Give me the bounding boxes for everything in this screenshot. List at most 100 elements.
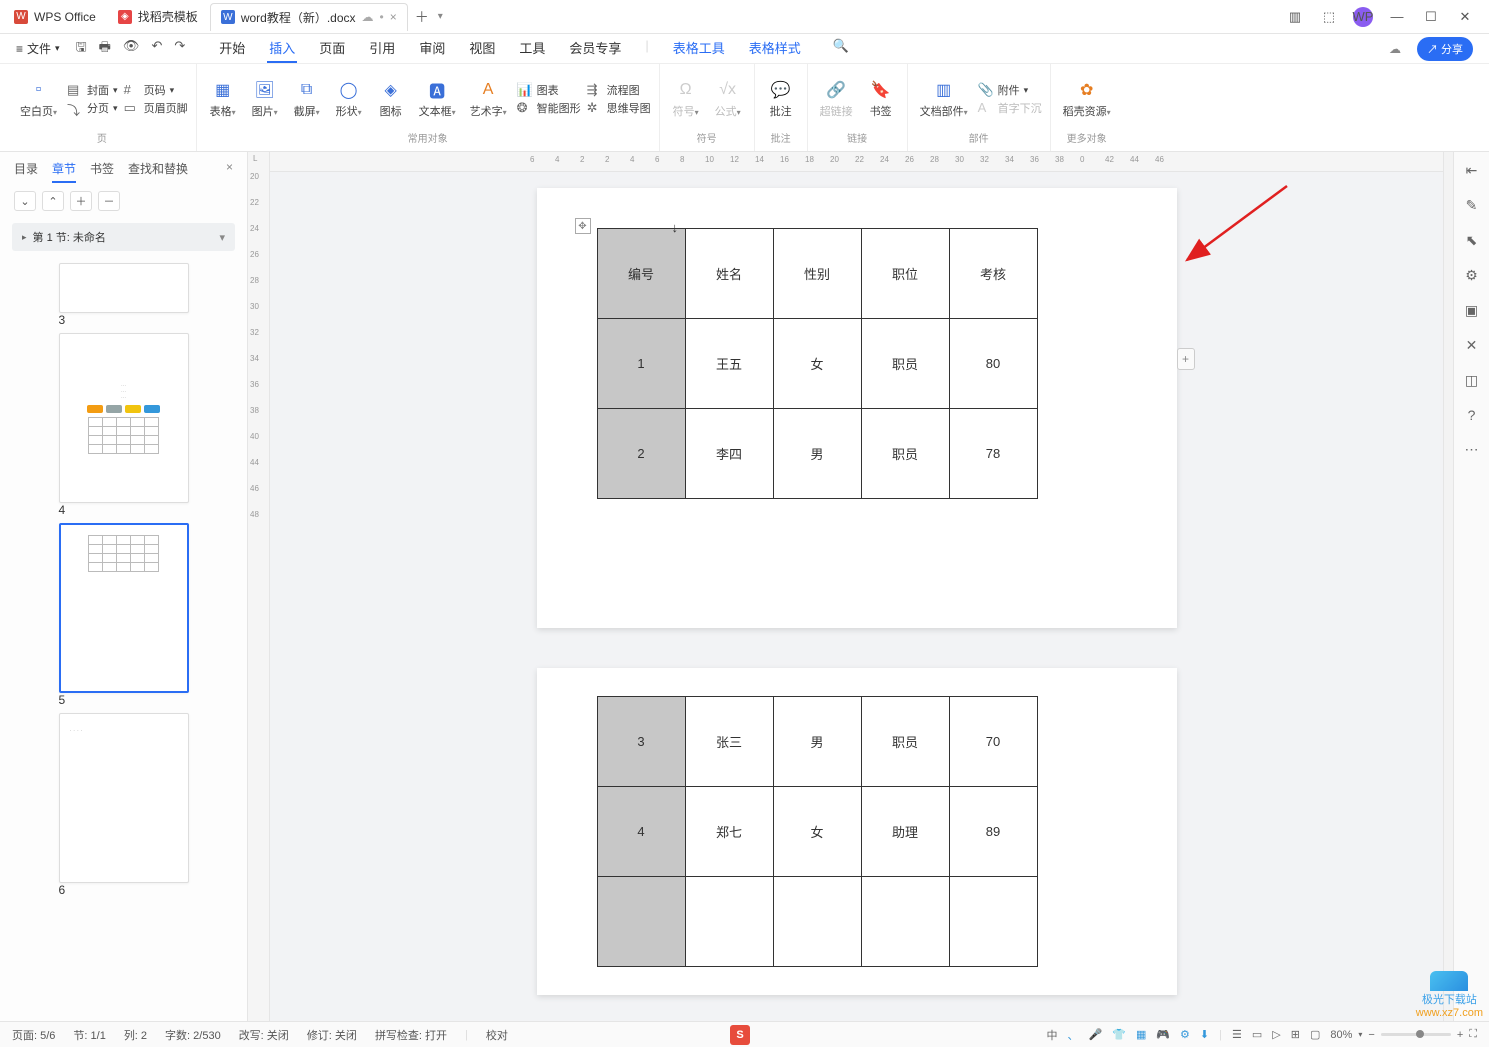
- nav-up-button[interactable]: ⌃: [42, 191, 64, 211]
- nav-tab-find[interactable]: 查找和替换: [128, 160, 188, 183]
- view-web-icon[interactable]: ▷: [1272, 1028, 1280, 1041]
- table-cell[interactable]: 男: [773, 409, 861, 499]
- status-proof[interactable]: 校对: [486, 1027, 508, 1043]
- nav-tab-sections[interactable]: 章节: [52, 160, 76, 183]
- tab-close-icon[interactable]: ×: [390, 10, 397, 24]
- table-button[interactable]: ▦表格▾: [205, 77, 241, 121]
- status-mic-icon[interactable]: 🎤: [1089, 1028, 1103, 1041]
- view-focus-icon[interactable]: ▢: [1310, 1028, 1320, 1041]
- print-preview-icon[interactable]: 👁: [123, 38, 140, 60]
- docparts-button[interactable]: ▥文档部件▾: [916, 77, 972, 121]
- table-cell[interactable]: 职员: [861, 319, 949, 409]
- redo-icon[interactable]: ↷: [174, 38, 185, 60]
- resources-button[interactable]: ✿稻壳资源▾: [1059, 77, 1115, 121]
- table-cell[interactable]: 女: [773, 787, 861, 877]
- flowchart-button[interactable]: ⇶流程图: [587, 82, 651, 98]
- data-table-1[interactable]: 编号 姓名 性别 职位 考核 1 王五 女 职员 80: [597, 228, 1038, 499]
- tab-view[interactable]: 视图: [467, 34, 497, 63]
- pagenum-button[interactable]: #页码▾: [124, 82, 188, 98]
- tab-tools[interactable]: 工具: [517, 34, 547, 63]
- tab-insert[interactable]: 插入: [267, 34, 297, 63]
- pen-icon[interactable]: ✎: [1466, 197, 1478, 214]
- tab-table-tools[interactable]: 表格工具: [671, 34, 727, 63]
- textbox-button[interactable]: 🅰文本框▾: [415, 77, 460, 121]
- picture-button[interactable]: 🖼图片▾: [247, 77, 283, 121]
- status-gamepad-icon[interactable]: 🎮: [1156, 1028, 1170, 1041]
- icon-button[interactable]: ◈图标: [373, 77, 409, 121]
- new-tab-button[interactable]: ＋: [410, 7, 434, 27]
- tab-menu-button[interactable]: ▾: [438, 11, 443, 22]
- cover-button[interactable]: ▤封面▾: [67, 82, 118, 98]
- tab-table-style[interactable]: 表格样式: [747, 34, 803, 63]
- table-header-cell[interactable]: 编号: [597, 229, 685, 319]
- table-cell[interactable]: 70: [949, 697, 1037, 787]
- table-cell[interactable]: 89: [949, 787, 1037, 877]
- view-read-icon[interactable]: ▭: [1252, 1028, 1262, 1041]
- cloud-icon[interactable]: ☁: [1389, 42, 1401, 56]
- table-cell[interactable]: 助理: [861, 787, 949, 877]
- maximize-button[interactable]: ☐: [1421, 9, 1441, 25]
- table-header-cell[interactable]: 职位: [861, 229, 949, 319]
- tab-wps-office[interactable]: W WPS Office: [4, 3, 106, 31]
- table-add-column-button[interactable]: +: [1177, 348, 1195, 370]
- status-gear-icon[interactable]: ⚙: [1180, 1028, 1190, 1041]
- select-icon[interactable]: ⬉: [1466, 232, 1478, 249]
- tab-start[interactable]: 开始: [217, 34, 247, 63]
- tab-review[interactable]: 审阅: [417, 34, 447, 63]
- table-cell[interactable]: [773, 877, 861, 967]
- table-cell[interactable]: 2: [597, 409, 685, 499]
- feature-icon[interactable]: ▥: [1285, 9, 1305, 25]
- undo-icon[interactable]: ↶: [151, 38, 162, 60]
- table-cell[interactable]: 男: [773, 697, 861, 787]
- section-item[interactable]: 第 1 节: 未命名▾: [12, 223, 235, 251]
- ime-lang[interactable]: 中: [1047, 1027, 1058, 1043]
- table-cell[interactable]: 郑七: [685, 787, 773, 877]
- view-print-icon[interactable]: ☰: [1232, 1028, 1242, 1041]
- status-grid-icon[interactable]: ▦: [1136, 1028, 1146, 1041]
- mindmap-button[interactable]: ✲思维导图: [587, 100, 651, 116]
- formula-button[interactable]: √x公式▾: [710, 77, 746, 121]
- nav-close-icon[interactable]: ×: [226, 160, 233, 183]
- table-cell[interactable]: [597, 877, 685, 967]
- table-cell[interactable]: 职员: [861, 409, 949, 499]
- status-down-icon[interactable]: ⬇: [1200, 1028, 1209, 1041]
- table-header-cell[interactable]: 考核: [949, 229, 1037, 319]
- help-icon[interactable]: ?: [1468, 407, 1476, 423]
- table-cell[interactable]: 80: [949, 319, 1037, 409]
- scrollbar-track[interactable]: [1443, 152, 1453, 1021]
- minimize-button[interactable]: —: [1387, 9, 1407, 24]
- status-track[interactable]: 改写: 关闭: [239, 1027, 289, 1043]
- nav-collapse-button[interactable]: ⌄: [14, 191, 36, 211]
- cube-icon[interactable]: ⬚: [1319, 9, 1339, 25]
- tab-document[interactable]: W word教程（新）.docx ☁ • ×: [210, 3, 408, 31]
- view-outline-icon[interactable]: ⊞: [1291, 1028, 1300, 1041]
- status-page[interactable]: 页面: 5/6: [12, 1027, 55, 1043]
- table-header-cell[interactable]: 性别: [773, 229, 861, 319]
- headerfooter-button[interactable]: ▭页眉页脚: [124, 100, 188, 116]
- table-cell[interactable]: 1: [597, 319, 685, 409]
- ime-indicator[interactable]: S: [730, 1025, 750, 1045]
- save-icon[interactable]: 🖫: [76, 38, 87, 60]
- highlight-icon[interactable]: ▣: [1465, 302, 1478, 319]
- nav-tab-toc[interactable]: 目录: [14, 160, 38, 183]
- status-icon[interactable]: 、: [1068, 1027, 1079, 1043]
- table-cell[interactable]: 女: [773, 319, 861, 409]
- table-header-cell[interactable]: 姓名: [685, 229, 773, 319]
- screenshot-button[interactable]: ⧉截屏▾: [289, 77, 325, 121]
- status-spell[interactable]: 拼写检查: 打开: [375, 1027, 447, 1043]
- wordart-button[interactable]: A艺术字▾: [466, 77, 511, 121]
- search-icon[interactable]: 🔍: [831, 34, 851, 63]
- share-button[interactable]: ↗ 分享: [1417, 37, 1473, 61]
- thumbnail[interactable]: 5: [59, 523, 189, 707]
- more-icon[interactable]: ⋯: [1465, 441, 1479, 458]
- data-table-2[interactable]: 3 张三 男 职员 70 4 郑七 女 助理 89: [597, 696, 1038, 967]
- table-cell[interactable]: 王五: [685, 319, 773, 409]
- hyperlink-button[interactable]: 🔗超链接: [816, 77, 857, 121]
- status-chars[interactable]: 字数: 2/530: [165, 1027, 221, 1043]
- print-icon[interactable]: 🖶: [99, 38, 111, 60]
- status-revision[interactable]: 修订: 关闭: [307, 1027, 357, 1043]
- nav-tab-bookmarks[interactable]: 书签: [90, 160, 114, 183]
- table-cell[interactable]: 3: [597, 697, 685, 787]
- table-cell[interactable]: 4: [597, 787, 685, 877]
- smartart-button[interactable]: ❂智能图形: [517, 100, 581, 116]
